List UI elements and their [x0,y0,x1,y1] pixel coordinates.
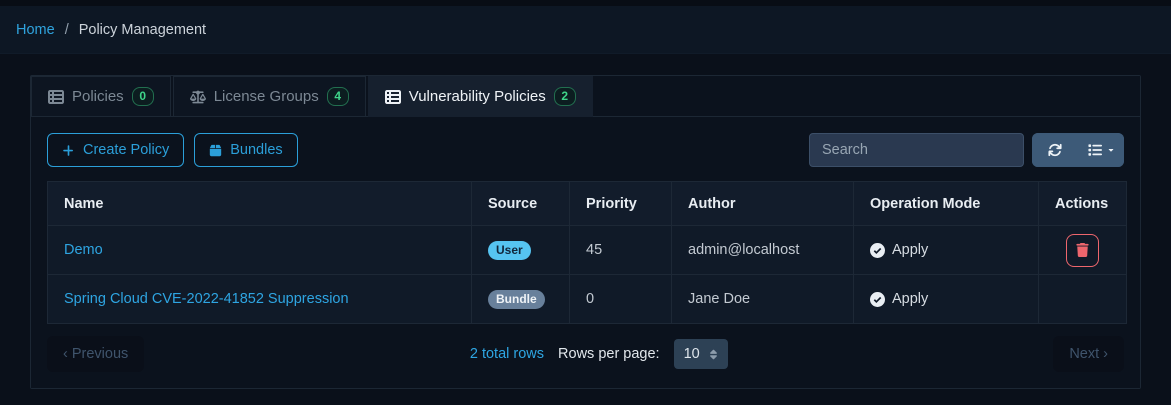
vulnerability-policies-panel: Create Policy Bundles Search Name Source… [31,117,1140,388]
policy-name-link[interactable]: Spring Cloud CVE-2022-41852 Suppression [64,291,349,307]
scales-icon [189,89,206,105]
policies-table: Name Source Priority Author Operation Mo… [47,181,1127,324]
author-value: admin@localhost [688,242,800,258]
box-icon [209,144,222,157]
header-source: Source [471,181,570,226]
priority-value: 45 [586,242,603,258]
table-row: Demo User 45 admin@localhost Apply [47,225,1127,275]
list-columns-icon [1087,143,1102,157]
breadcrumb-bar: Home / Policy Management [0,6,1171,54]
policy-management-card: Policies 0 License Groups 4 Vulnerabilit… [30,75,1141,389]
create-policy-button[interactable]: Create Policy [47,133,185,167]
policy-name-link[interactable]: Demo [64,242,103,258]
operation-mode-label: Apply [892,242,929,258]
tab-label: Policies [72,88,124,105]
tab-vulnerability-policies[interactable]: Vulnerability Policies 2 [367,76,593,117]
tab-policies[interactable]: Policies 0 [31,76,171,116]
table-header-row: Name Source Priority Author Operation Mo… [47,181,1127,226]
priority-value: 0 [586,291,595,307]
trash-icon [1076,243,1089,257]
next-page-button[interactable]: Next › [1053,336,1124,372]
breadcrumb-current: Policy Management [78,21,207,38]
header-author: Author [671,181,854,226]
check-circle-icon [870,291,885,307]
table-list-icon [48,89,64,105]
table-options-group [1032,133,1124,167]
bundles-label: Bundles [230,142,283,158]
tab-license-groups[interactable]: License Groups 4 [172,76,366,116]
breadcrumb-separator: / [64,21,69,38]
columns-dropdown-button[interactable] [1078,133,1124,167]
rows-per-page-select[interactable]: 10 [673,339,728,369]
toolbar: Create Policy Bundles [47,133,1124,167]
tab-count-badge: 0 [131,87,154,106]
create-policy-label: Create Policy [83,142,170,158]
breadcrumb-home-link[interactable]: Home [16,22,55,38]
tab-label: License Groups [213,88,319,105]
table-row: Spring Cloud CVE-2022-41852 Suppression … [47,274,1127,324]
tab-count-badge: 4 [326,87,349,106]
header-operation-mode: Operation Mode [853,181,1039,226]
table-list-icon [384,89,401,105]
sort-arrows-icon [709,349,718,360]
rows-per-page-label: Rows per page: [558,346,660,362]
pagination-center: 2 total rows Rows per page: 10 [144,339,1053,369]
pagination-bar: ‹ Previous 2 total rows Rows per page: 1… [47,336,1124,372]
source-badge: User [488,240,531,260]
author-value: Jane Doe [688,291,751,307]
tab-label: Vulnerability Policies [408,88,546,105]
header-priority: Priority [569,181,672,226]
bundles-button[interactable]: Bundles [194,133,298,167]
operation-mode: Apply [870,291,1022,307]
check-circle-icon [870,242,885,258]
caret-down-icon [1107,146,1115,154]
search-input[interactable] [809,133,1024,167]
tab-count-badge: 2 [553,87,576,106]
total-rows-link[interactable]: 2 total rows [470,346,544,362]
header-name: Name [47,181,472,226]
refresh-icon [1048,143,1062,157]
source-badge: Bundle [488,289,545,309]
tab-bar: Policies 0 License Groups 4 Vulnerabilit… [31,76,1140,117]
refresh-button[interactable] [1032,133,1078,167]
plus-icon [62,144,75,157]
header-actions: Actions [1038,181,1127,226]
operation-mode: Apply [870,242,1022,258]
delete-policy-button[interactable] [1066,233,1099,267]
previous-page-button[interactable]: ‹ Previous [47,336,145,372]
rows-per-page-value: 10 [683,346,700,362]
operation-mode-label: Apply [892,291,929,307]
